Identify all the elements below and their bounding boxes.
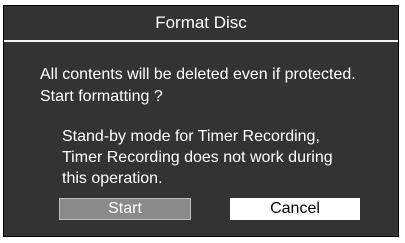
start-button-label: Start [108, 200, 142, 217]
timer-recording-note: Stand-by mode for Timer Recording, Timer… [62, 126, 333, 189]
confirmation-message: All contents will be deleted even if pro… [40, 64, 356, 108]
message-line: All contents will be deleted even if pro… [40, 66, 356, 83]
cancel-button[interactable]: Cancel [230, 198, 360, 220]
dialog-title: Format Disc [4, 6, 398, 42]
message-line: Start formatting ? [40, 88, 163, 105]
note-line: Stand-by mode for Timer Recording, [62, 128, 320, 145]
note-line: this operation. [62, 170, 163, 187]
dialog-title-text: Format Disc [155, 13, 247, 32]
format-disc-dialog: Format Disc All contents will be deleted… [3, 5, 399, 237]
note-line: Timer Recording does not work during [62, 149, 333, 166]
cancel-button-label: Cancel [270, 200, 320, 217]
start-button[interactable]: Start [59, 198, 191, 220]
